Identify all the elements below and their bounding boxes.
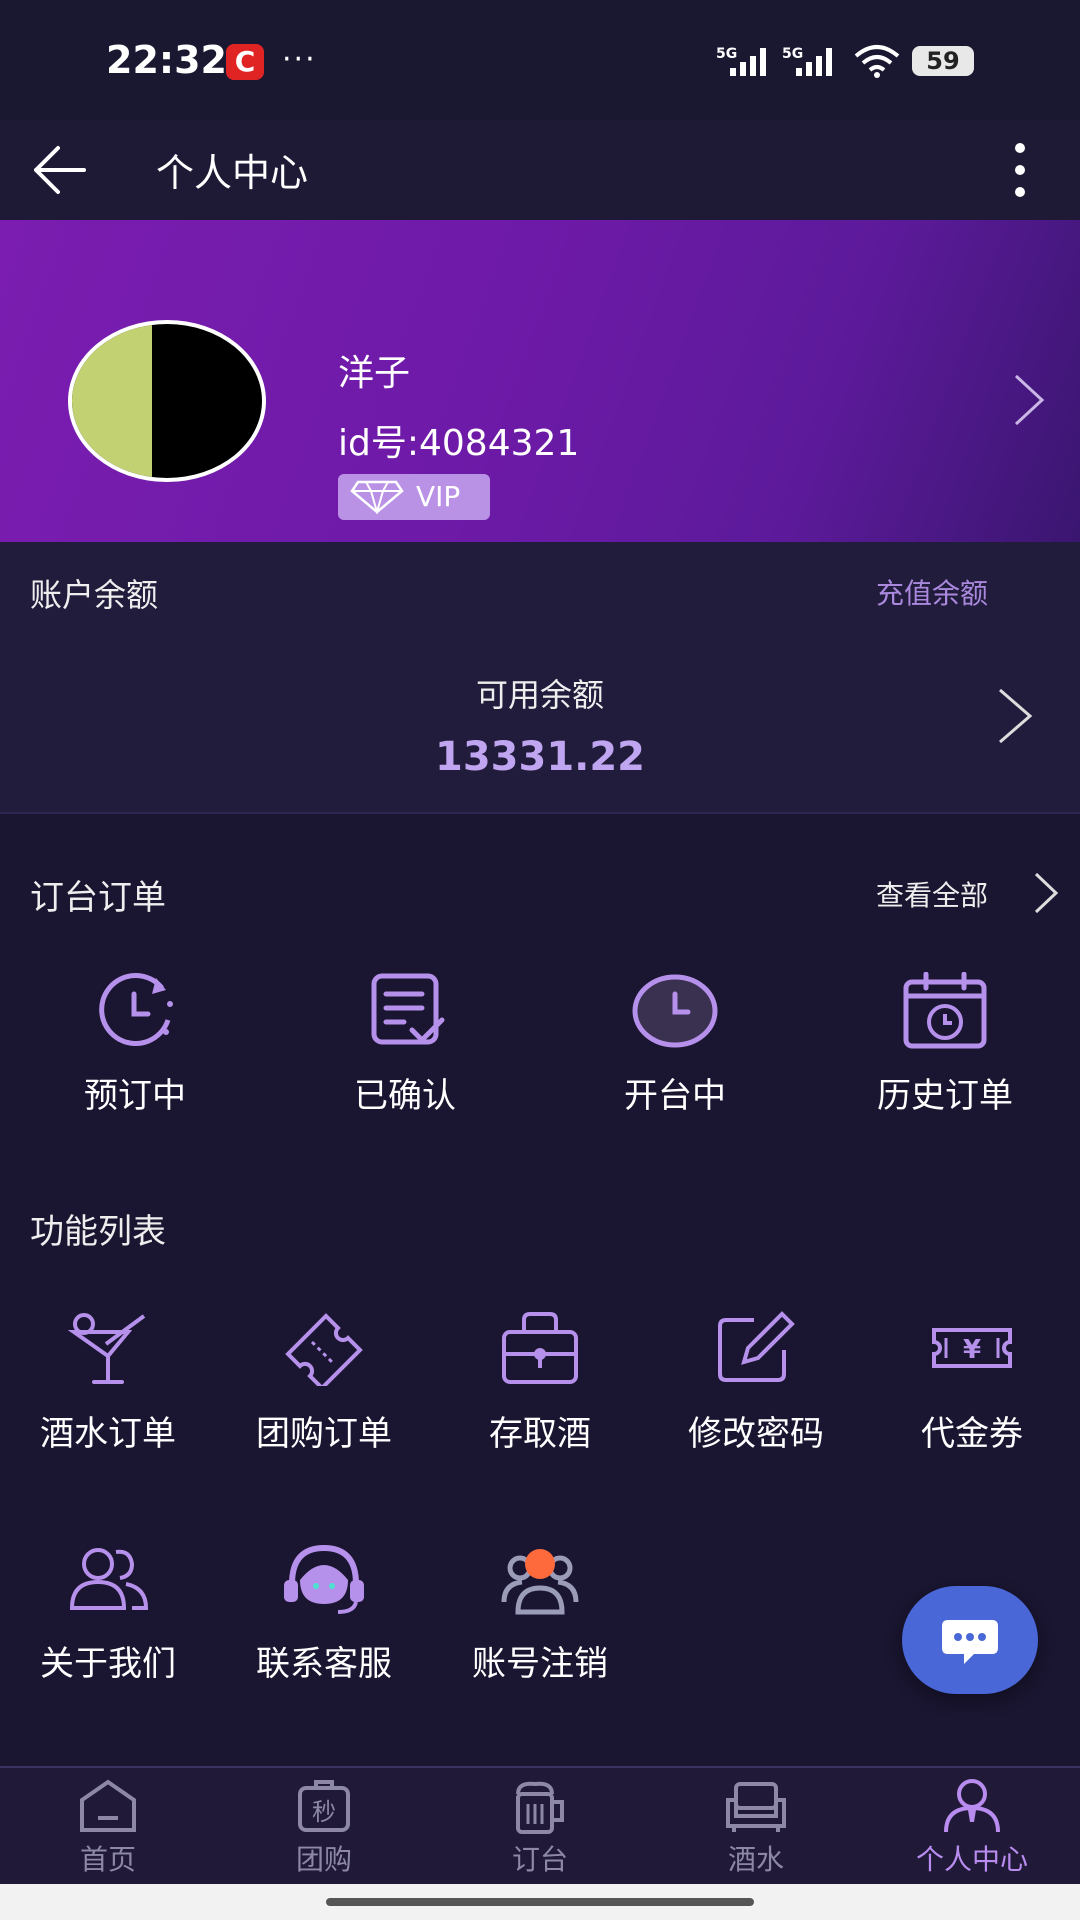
vip-badge: VIP (338, 474, 490, 520)
balance-title: 账户余额 (30, 576, 159, 614)
functions-section-title: 功能列表 (30, 1212, 166, 1252)
home-indicator[interactable] (326, 1898, 754, 1906)
func-about-us[interactable]: 关于我们 (8, 1540, 208, 1690)
func-cancel-account[interactable]: 账号注销 (440, 1540, 640, 1690)
locker-icon (502, 1312, 578, 1384)
view-all-link[interactable]: 查看全部 (876, 874, 988, 914)
func-change-password-label: 修改密码 (688, 1414, 824, 1454)
app-notification-badge: C (226, 44, 264, 80)
user-id: id号:4084321 (338, 423, 580, 464)
order-open-table-label: 开台中 (624, 1076, 726, 1116)
chat-button[interactable] (902, 1586, 1038, 1694)
clock-refresh-icon (99, 973, 173, 1046)
status-bar: 22:32 C ··· 5G 5G 59 (0, 0, 1080, 120)
bottom-tab-bar: 首页 秒 团购 订台 酒水 个人中心 (0, 1766, 1080, 1884)
chevron-right-icon[interactable] (996, 686, 1034, 746)
func-store-wine[interactable]: 存取酒 (440, 1310, 640, 1460)
order-pending-label: 预订中 (84, 1076, 186, 1116)
func-voucher-label: 代金券 (921, 1414, 1023, 1454)
available-balance-amount: 13331.22 (434, 734, 646, 780)
order-history-label: 历史订单 (877, 1076, 1013, 1116)
tab-drinks-label: 酒水 (727, 1843, 784, 1876)
order-history[interactable]: 历史订单 (830, 972, 1060, 1122)
page-title: 个人中心 (156, 151, 309, 195)
func-cancel-account-label: 账号注销 (472, 1644, 608, 1684)
tab-home-label: 首页 (79, 1843, 136, 1876)
network-type-1: 5G (716, 46, 737, 62)
func-customer-service-label: 联系客服 (256, 1644, 392, 1684)
vip-label: VIP (416, 480, 461, 513)
func-customer-service[interactable]: 联系客服 (224, 1540, 424, 1690)
tab-group-buy[interactable]: 秒 团购 (244, 1778, 404, 1878)
func-group-orders-label: 团购订单 (256, 1414, 392, 1454)
func-about-us-label: 关于我们 (40, 1644, 176, 1684)
func-drink-orders-label: 酒水订单 (40, 1414, 176, 1454)
beer-icon (516, 1781, 564, 1834)
edit-icon (718, 1311, 795, 1382)
tab-book-table-label: 订台 (511, 1843, 568, 1876)
balance-card: 账户余额 充值余额 可用余额 13331.22 (0, 542, 1080, 814)
func-store-wine-label: 存取酒 (489, 1414, 591, 1454)
func-voucher[interactable]: ¥ 代金券 (872, 1310, 1072, 1460)
account-cancel-icon (501, 1549, 579, 1615)
home-icon (80, 1779, 136, 1832)
available-balance-label: 可用余额 (475, 676, 604, 714)
tab-profile-label: 个人中心 (915, 1843, 1028, 1876)
person-icon (944, 1779, 1000, 1833)
flash-sale-glyph: 秒 (312, 1798, 336, 1826)
tab-home[interactable]: 首页 (28, 1778, 188, 1878)
more-notifications-icon: ··· (282, 42, 317, 77)
gesture-bar (0, 1884, 1080, 1920)
wifi-icon (854, 45, 900, 78)
tab-group-buy-label: 团购 (295, 1843, 352, 1876)
tab-profile[interactable]: 个人中心 (892, 1778, 1052, 1878)
order-confirmed-label: 已确认 (354, 1076, 456, 1116)
diamond-icon (350, 480, 404, 514)
clock-icon (632, 974, 718, 1048)
battery-level: 59 (912, 46, 974, 76)
back-arrow-icon[interactable] (30, 142, 90, 198)
order-confirmed[interactable]: 已确认 (290, 972, 520, 1122)
orders-section-title: 订台订单 (30, 878, 166, 918)
document-check-icon (371, 973, 445, 1045)
func-drink-orders[interactable]: 酒水订单 (8, 1310, 208, 1460)
ticket-icon (285, 1313, 363, 1386)
chevron-right-icon[interactable] (1012, 372, 1046, 428)
users-icon (69, 1548, 149, 1610)
avatar[interactable] (68, 320, 266, 482)
chevron-right-icon[interactable] (1032, 870, 1060, 916)
profile-card[interactable]: 洋子 id号:4084321 VIP (0, 220, 1080, 542)
func-change-password[interactable]: 修改密码 (656, 1310, 856, 1460)
app-bar: 个人中心 (0, 120, 1080, 220)
tab-book-table[interactable]: 订台 (460, 1778, 620, 1878)
network-type-2: 5G (782, 46, 803, 62)
voucher-icon: ¥ (932, 1328, 1012, 1368)
headset-icon (284, 1544, 364, 1614)
sofa-icon (726, 1782, 786, 1832)
order-pending[interactable]: 预订中 (20, 972, 250, 1122)
more-vertical-icon[interactable] (1000, 138, 1040, 202)
func-group-orders[interactable]: 团购订单 (224, 1310, 424, 1460)
recharge-link[interactable]: 充值余额 (876, 572, 988, 612)
calendar-history-icon (903, 972, 987, 1049)
order-open-table[interactable]: 开台中 (560, 972, 790, 1122)
user-name: 洋子 (338, 353, 411, 394)
cell-signal-2-icon: 5G (782, 46, 832, 76)
svg-text:¥: ¥ (963, 1335, 981, 1365)
status-time: 22:32 (106, 38, 227, 82)
tab-drinks[interactable]: 酒水 (676, 1778, 836, 1878)
chat-bubble-icon (942, 1620, 998, 1664)
cocktail-icon (67, 1313, 146, 1384)
flash-sale-icon: 秒 (298, 1780, 350, 1832)
cell-signal-1-icon: 5G (716, 46, 766, 76)
